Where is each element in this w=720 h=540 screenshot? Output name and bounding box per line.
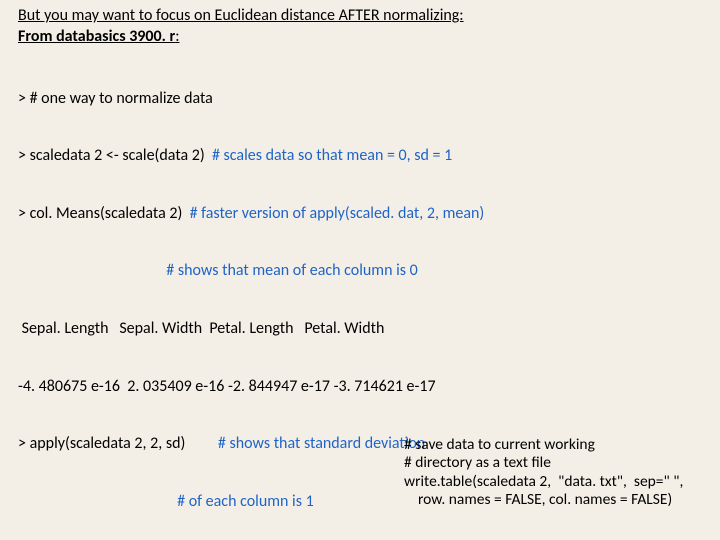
code-line: > # one way to normalize data — [18, 89, 702, 108]
side-line: # directory as a text file — [404, 454, 704, 473]
side-line: # save data to current working — [404, 436, 704, 455]
slide: But you may want to focus on Euclidean d… — [0, 0, 720, 540]
code-line: > col. Means(scaledata 2) # faster versi… — [18, 204, 702, 223]
code-fragment: > col. Means(scaledata 2) — [18, 204, 182, 223]
code-fragment: > scaledata 2 <- scale(data 2) — [18, 146, 205, 165]
code-line: -4. 480675 e-16 2. 035409 e-16 -2. 84494… — [18, 377, 702, 396]
side-line: row. names = FALSE, col. names = FALSE) — [404, 491, 704, 510]
code-line: Sepal. Length Sepal. Width Petal. Length… — [18, 319, 702, 338]
intro-line: But you may want to focus on Euclidean d… — [18, 6, 702, 25]
intro-sub-bold: From databasics 3900. r — [18, 27, 175, 46]
code-line: > scaledata 2 <- scale(data 2) # scales … — [18, 146, 702, 165]
intro-sub-colon: : — [175, 27, 179, 46]
intro-sub: From databasics 3900. r: — [18, 27, 702, 46]
code-comment: # shows that standard deviation — [185, 434, 425, 453]
side-note-box: # save data to current working # directo… — [398, 428, 710, 516]
code-comment: # shows that mean of each column is 0 — [18, 261, 702, 280]
side-line: write.table(scaledata 2, "data. txt", se… — [404, 473, 704, 492]
code-comment: # scales data so that mean = 0, sd = 1 — [205, 146, 453, 165]
code-fragment: > apply(scaledata 2, 2, sd) — [18, 434, 185, 453]
code-comment: # faster version of apply(scaled. dat, 2… — [182, 204, 484, 223]
